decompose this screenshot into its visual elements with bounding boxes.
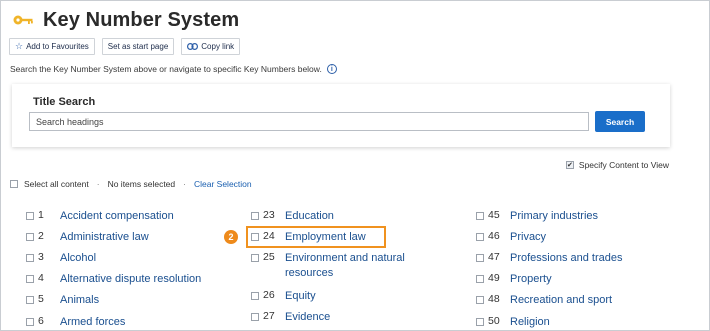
items-selected-status: No items selected	[107, 179, 176, 189]
item-checkbox[interactable]	[476, 318, 484, 326]
specify-content-toggle[interactable]: ✔ Specify Content to View	[565, 160, 669, 170]
key-number-link[interactable]: Equity	[285, 289, 316, 304]
key-number: 46	[488, 230, 500, 242]
add-to-favourites-label: Add to Favourites	[26, 42, 89, 51]
item-checkbox[interactable]	[476, 254, 484, 262]
key-number-link[interactable]: Professions and trades	[510, 251, 623, 266]
specify-content-label: Specify Content to View	[578, 160, 669, 170]
key-number: 1	[38, 209, 44, 221]
key-number-link[interactable]: Alternative dispute resolution	[60, 272, 201, 287]
item-checkbox[interactable]	[251, 313, 259, 321]
key-number-link[interactable]: Accident compensation	[60, 209, 174, 224]
item-checkbox[interactable]	[26, 233, 34, 241]
list-item[interactable]: 3 Alcohol	[26, 251, 96, 266]
list-item[interactable]: 25 Environment and natural resources	[251, 251, 431, 281]
search-button[interactable]: Search	[595, 111, 645, 132]
item-checkbox[interactable]	[476, 296, 484, 304]
list-item[interactable]: 6 Armed forces	[26, 315, 125, 330]
annotation-highlight-box	[246, 226, 386, 248]
copy-link-label: Copy link	[201, 42, 235, 51]
hint-text: Search the Key Number System above or na…	[10, 64, 337, 74]
copy-link-button[interactable]: Copy link	[181, 38, 241, 55]
page-frame: Key Number System ☆ Add to Favourites Se…	[0, 0, 710, 331]
list-item[interactable]: 4 Alternative dispute resolution	[26, 272, 201, 287]
key-number: 6	[38, 315, 44, 327]
item-checkbox[interactable]	[251, 212, 259, 220]
key-number: 45	[488, 209, 500, 221]
key-number: 23	[263, 209, 275, 221]
add-to-favourites-button[interactable]: ☆ Add to Favourites	[9, 38, 95, 55]
list-item[interactable]: 49 Property	[476, 272, 552, 287]
page-title: Key Number System	[43, 8, 240, 31]
key-number-link[interactable]: Evidence	[285, 310, 330, 325]
info-icon[interactable]: i	[326, 64, 337, 74]
search-input[interactable]	[29, 112, 589, 131]
item-checkbox[interactable]	[251, 292, 259, 300]
key-number-link[interactable]: Religion	[510, 315, 550, 330]
toolbar: ☆ Add to Favourites Set as start page Co…	[9, 38, 241, 55]
item-checkbox[interactable]	[476, 212, 484, 220]
key-number-link[interactable]: Alcohol	[60, 251, 96, 266]
list-item[interactable]: 46 Privacy	[476, 230, 546, 245]
key-number-link[interactable]: Primary industries	[510, 209, 598, 224]
select-all-checkbox[interactable]	[10, 180, 18, 188]
key-number-link[interactable]: Property	[510, 272, 552, 287]
key-number-link[interactable]: Privacy	[510, 230, 546, 245]
list-item[interactable]: 2 Administrative law	[26, 230, 149, 245]
title-search-panel: Title Search Search	[12, 84, 670, 147]
item-checkbox[interactable]	[251, 254, 259, 262]
key-number-link[interactable]: Environment and natural resources	[285, 251, 425, 281]
key-number-link[interactable]: Animals	[60, 293, 99, 308]
item-checkbox[interactable]	[26, 275, 34, 283]
key-number-link[interactable]: Administrative law	[60, 230, 149, 245]
clear-selection-link[interactable]: Clear Selection	[194, 179, 252, 189]
key-number: 25	[263, 251, 275, 263]
select-all-label[interactable]: Select all content	[24, 179, 89, 189]
header: Key Number System	[13, 7, 239, 33]
item-checkbox[interactable]	[26, 296, 34, 304]
key-number: 49	[488, 272, 500, 284]
list-item[interactable]: 50 Religion	[476, 315, 550, 330]
list-item[interactable]: 5 Animals	[26, 293, 99, 308]
list-item[interactable]: 27 Evidence	[251, 310, 330, 325]
list-item[interactable]: 1 Accident compensation	[26, 209, 174, 224]
key-number: 2	[38, 230, 44, 242]
item-checkbox[interactable]	[26, 318, 34, 326]
separator-dot: ·	[183, 179, 186, 189]
list-item[interactable]: 45 Primary industries	[476, 209, 598, 224]
search-title: Title Search	[33, 96, 96, 108]
list-item[interactable]: 26 Equity	[251, 289, 316, 304]
specify-content-checkbox[interactable]: ✔	[565, 161, 574, 169]
annotation-badge: 2	[224, 230, 238, 244]
key-number: 3	[38, 251, 44, 263]
key-number-link[interactable]: Education	[285, 209, 334, 224]
item-checkbox[interactable]	[26, 212, 34, 220]
set-start-page-button[interactable]: Set as start page	[101, 38, 175, 55]
key-icon	[13, 15, 33, 25]
set-start-page-label: Set as start page	[107, 42, 169, 51]
link-icon	[187, 43, 199, 50]
key-number: 48	[488, 293, 500, 305]
key-number: 47	[488, 251, 500, 263]
item-checkbox[interactable]	[476, 275, 484, 283]
key-number-link[interactable]: Armed forces	[60, 315, 125, 330]
key-number: 4	[38, 272, 44, 284]
item-checkbox[interactable]	[26, 254, 34, 262]
list-item[interactable]: 47 Professions and trades	[476, 251, 623, 266]
key-number: 26	[263, 289, 275, 301]
key-number: 50	[488, 315, 500, 327]
key-number: 5	[38, 293, 44, 305]
list-item[interactable]: 48 Recreation and sport	[476, 293, 612, 308]
selection-bar: Select all content · No items selected ·…	[10, 179, 252, 189]
key-number: 27	[263, 310, 275, 322]
hint-label: Search the Key Number System above or na…	[10, 64, 322, 74]
star-icon: ☆	[15, 41, 24, 51]
key-number-link[interactable]: Recreation and sport	[510, 293, 612, 308]
separator-dot: ·	[96, 179, 100, 189]
list-item[interactable]: 23 Education	[251, 209, 334, 224]
item-checkbox[interactable]	[476, 233, 484, 241]
